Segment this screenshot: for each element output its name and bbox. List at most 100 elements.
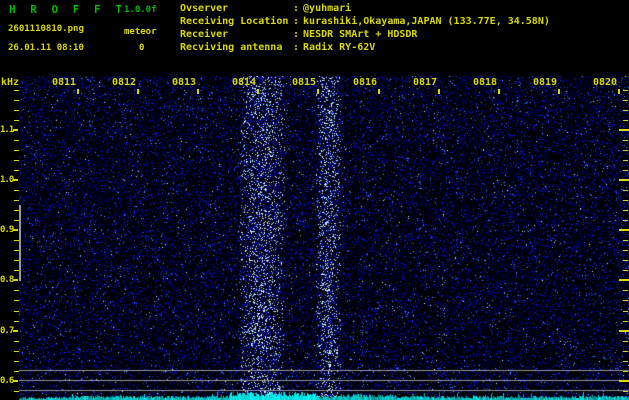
- info-row-label: Recviving antenna: [180, 42, 283, 53]
- y-axis-label: 0.9: [0, 225, 14, 235]
- x-axis-tick: [257, 89, 259, 94]
- y-axis-minor-tick-right: [623, 240, 628, 241]
- y-axis-minor-tick: [14, 270, 19, 271]
- info-row-separator: :: [293, 42, 300, 53]
- y-axis-unit-label: kHz: [1, 77, 20, 88]
- x-axis-time-label: 0820: [592, 77, 618, 88]
- y-axis-minor-tick-right: [623, 150, 628, 151]
- y-axis-minor-tick: [14, 300, 19, 301]
- meteor-counting-band-marker: [19, 205, 21, 281]
- y-axis-minor-tick: [14, 290, 19, 291]
- y-axis-minor-tick-right: [623, 100, 628, 101]
- x-axis-time-label: 0815: [291, 77, 317, 88]
- y-axis-minor-tick: [14, 160, 19, 161]
- y-axis-minor-tick: [14, 90, 19, 91]
- y-axis-minor-tick: [14, 200, 19, 201]
- info-row-separator: :: [293, 16, 300, 27]
- x-axis-tick: [498, 89, 500, 94]
- observer-info-block: Ovserver: @yuhmari Receiving Location: kura…: [180, 2, 550, 54]
- y-axis-minor-tick: [14, 140, 19, 141]
- y-axis-major-tick: [13, 330, 18, 332]
- y-axis-minor-tick: [14, 260, 19, 261]
- app-title: H R O F F T: [9, 3, 126, 16]
- x-axis-tick: [197, 89, 199, 94]
- y-axis-major-tick-right: [619, 229, 629, 231]
- y-axis-minor-tick-right: [623, 90, 628, 91]
- y-axis-minor-tick: [14, 240, 19, 241]
- y-axis-minor-tick: [14, 341, 19, 342]
- y-axis-minor-tick: [14, 321, 19, 322]
- x-axis-tick: [77, 89, 79, 94]
- y-axis-major-tick-right: [619, 279, 629, 281]
- info-row-value: kurashiki,Okayama,JAPAN (133.77E, 34.58N…: [303, 16, 550, 27]
- info-row-label: Receiving Location: [180, 16, 289, 27]
- y-axis-major-tick-right: [619, 330, 629, 332]
- y-axis-minor-tick-right: [623, 170, 628, 171]
- observation-datetime: 26.01.11 08:10: [8, 43, 84, 53]
- y-axis-minor-tick: [14, 391, 19, 392]
- y-axis-label: 0.8: [0, 275, 14, 285]
- y-axis-minor-tick-right: [623, 371, 628, 372]
- x-axis-time-label: 0813: [171, 77, 197, 88]
- x-axis-tick: [438, 89, 440, 94]
- y-axis-minor-tick-right: [623, 351, 628, 352]
- x-axis-tick: [317, 89, 319, 94]
- info-row-separator: :: [293, 29, 300, 40]
- x-axis-tick: [618, 89, 620, 94]
- info-row-value: Radix RY-62V: [303, 42, 376, 53]
- y-axis-minor-tick: [14, 371, 19, 372]
- info-row-value: @yuhmari: [303, 3, 352, 14]
- x-axis-tick: [378, 89, 380, 94]
- y-axis-minor-tick: [14, 170, 19, 171]
- y-axis-minor-tick-right: [623, 200, 628, 201]
- y-axis-minor-tick-right: [623, 270, 628, 271]
- output-filename: 2601110810.png: [8, 24, 84, 34]
- y-axis-major-tick: [13, 380, 18, 382]
- hrofft-output-image: H R O F F T 1.0.0f 2601110810.png meteor…: [0, 0, 629, 400]
- y-axis-major-tick-right: [619, 380, 629, 382]
- y-axis-label: 0.7: [0, 326, 14, 336]
- y-axis-minor-tick-right: [623, 110, 628, 111]
- x-axis-time-label: 0817: [412, 77, 438, 88]
- meteor-count-label: meteor: [124, 27, 157, 37]
- y-axis-major-tick: [13, 229, 18, 231]
- y-axis-minor-tick-right: [623, 290, 628, 291]
- x-axis-tick: [137, 89, 139, 94]
- info-row-separator: :: [293, 3, 300, 14]
- spectrogram-canvas: [19, 76, 629, 400]
- info-row-label: Receiver: [180, 29, 229, 40]
- y-axis-minor-tick: [14, 100, 19, 101]
- y-axis-minor-tick: [14, 150, 19, 151]
- y-axis-label: 0.6: [0, 376, 14, 386]
- info-row: Receiving Location: kurashiki,Okayama,JAP…: [180, 15, 550, 28]
- y-axis-minor-tick: [14, 250, 19, 251]
- y-axis-minor-tick-right: [623, 361, 628, 362]
- y-axis-minor-tick: [14, 120, 19, 121]
- y-axis-minor-tick-right: [623, 250, 628, 251]
- info-row: Receiver: NESDR SMArt + HDSDR: [180, 28, 550, 41]
- x-axis-time-label: 0816: [352, 77, 378, 88]
- y-axis-label: 1.0: [0, 175, 14, 185]
- y-axis-minor-tick: [14, 351, 19, 352]
- y-axis-minor-tick: [14, 210, 19, 211]
- y-axis-minor-tick-right: [623, 341, 628, 342]
- info-row-value: NESDR SMArt + HDSDR: [303, 29, 418, 40]
- y-axis-minor-tick-right: [623, 260, 628, 261]
- x-axis-time-label: 0812: [111, 77, 137, 88]
- info-row-label: Ovserver: [180, 3, 229, 14]
- x-axis-time-label: 0814: [231, 77, 257, 88]
- y-axis-major-tick-right: [619, 179, 629, 181]
- y-axis-major-tick: [13, 179, 18, 181]
- y-axis-minor-tick-right: [623, 160, 628, 161]
- y-axis-minor-tick-right: [623, 140, 628, 141]
- info-row: Recviving antenna: Radix RY-62V: [180, 41, 550, 54]
- x-axis-time-label: 0818: [472, 77, 498, 88]
- y-axis-minor-tick-right: [623, 190, 628, 191]
- app-version: 1.0.0f: [124, 5, 157, 15]
- y-axis-minor-tick: [14, 190, 19, 191]
- y-axis-label: 1.1: [0, 125, 14, 135]
- y-axis-major-tick: [13, 279, 18, 281]
- x-axis-time-label: 0819: [532, 77, 558, 88]
- y-axis-minor-tick: [14, 311, 19, 312]
- y-axis-minor-tick-right: [623, 311, 628, 312]
